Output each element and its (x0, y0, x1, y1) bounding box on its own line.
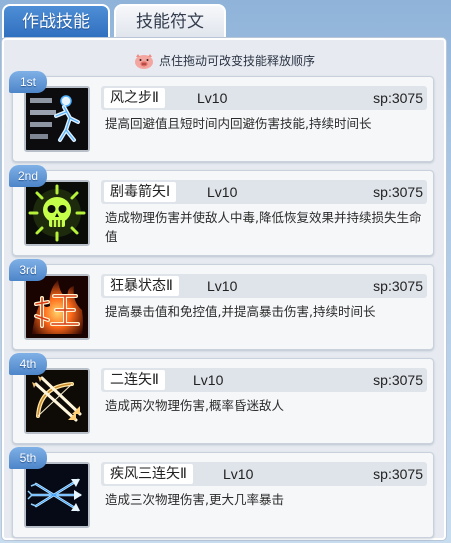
tab-combat-skills[interactable]: 作战技能 (2, 4, 110, 38)
skill-level: Lv10 (207, 278, 238, 294)
skill-description: 造成物理伤害并使敌人中毒,降低恢复效果并持续损失生命值 (105, 210, 422, 244)
skill-header: 疾风三连矢Ⅱ Lv10 sp:3075 (101, 462, 427, 486)
skill-sp: sp:3075 (373, 184, 423, 200)
tab-skill-runes[interactable]: 技能符文 (114, 4, 226, 38)
berserk-icon (24, 274, 90, 340)
skill-description: 提高回避值且短时间内回避伤害技能,持续时间长 (105, 116, 372, 131)
skill-description: 造成两次物理伤害,概率昏迷敌人 (105, 398, 284, 413)
skill-list-panel: 点住拖动可改变技能释放顺序 1st 风之步Ⅱ Lv10 sp:3075 提高回避… (2, 38, 446, 540)
skill-card-1[interactable]: 1st 风之步Ⅱ Lv10 sp:3075 提高回避值且短时间内回避伤害技能,持… (9, 71, 434, 162)
triple-arrow-icon (24, 462, 90, 528)
skill-name: 疾风三连矢Ⅱ (104, 464, 193, 484)
skill-sp: sp:3075 (373, 466, 423, 482)
wind-step-icon (24, 86, 90, 152)
skill-description: 造成三次物理伤害,更大几率暴击 (105, 492, 284, 507)
rank-badge: 5th (9, 447, 47, 469)
drag-hint: 点住拖动可改变技能释放顺序 (4, 48, 444, 74)
skill-header: 风之步Ⅱ Lv10 sp:3075 (101, 86, 427, 110)
skill-card-2[interactable]: 2nd 剧毒箭矢Ⅰ Lv10 sp:3075 造成物理伤害并使敌人中毒,降低恢复… (9, 165, 434, 256)
rank-badge: 4th (9, 353, 47, 375)
skill-header: 狂暴状态Ⅱ Lv10 sp:3075 (101, 274, 427, 298)
pig-mascot-icon (133, 52, 155, 70)
skill-name: 二连矢Ⅱ (104, 370, 165, 390)
tab-bar: 作战技能 技能符文 (0, 0, 451, 40)
skill-card-5[interactable]: 5th 疾风三连矢Ⅱ Lv10 sp:3075 造成三次物理伤害,更大几率暴击 (9, 447, 434, 538)
skill-header: 二连矢Ⅱ Lv10 sp:3075 (101, 368, 427, 392)
skill-name: 剧毒箭矢Ⅰ (104, 182, 177, 202)
skill-sp: sp:3075 (373, 372, 423, 388)
skill-header: 剧毒箭矢Ⅰ Lv10 sp:3075 (101, 180, 427, 204)
skill-description: 提高暴击值和免控值,并提高暴击伤害,持续时间长 (105, 304, 376, 319)
rank-badge: 1st (9, 71, 47, 93)
skill-name: 狂暴状态Ⅱ (104, 276, 179, 296)
skill-level: Lv10 (223, 466, 254, 482)
skill-level: Lv10 (207, 184, 238, 200)
skill-sp: sp:3075 (373, 278, 423, 294)
double-arrow-icon (24, 368, 90, 434)
rank-badge: 2nd (9, 165, 47, 187)
skill-sp: sp:3075 (373, 90, 423, 106)
skill-level: Lv10 (193, 372, 224, 388)
skill-card-4[interactable]: 4th 二连矢Ⅱ Lv10 sp:3075 造成两次物理伤害,概率昏迷敌人 (9, 353, 434, 444)
skill-card-3[interactable]: 3rd 狂暴状态Ⅱ Lv10 sp:3075 提高暴击值和免控值,并提高暴击伤害… (9, 259, 434, 350)
skill-name: 风之步Ⅱ (104, 88, 165, 108)
skill-level: Lv10 (197, 90, 228, 106)
drag-hint-text: 点住拖动可改变技能释放顺序 (158, 54, 315, 68)
rank-badge: 3rd (9, 259, 47, 281)
poison-skull-icon (24, 180, 90, 246)
